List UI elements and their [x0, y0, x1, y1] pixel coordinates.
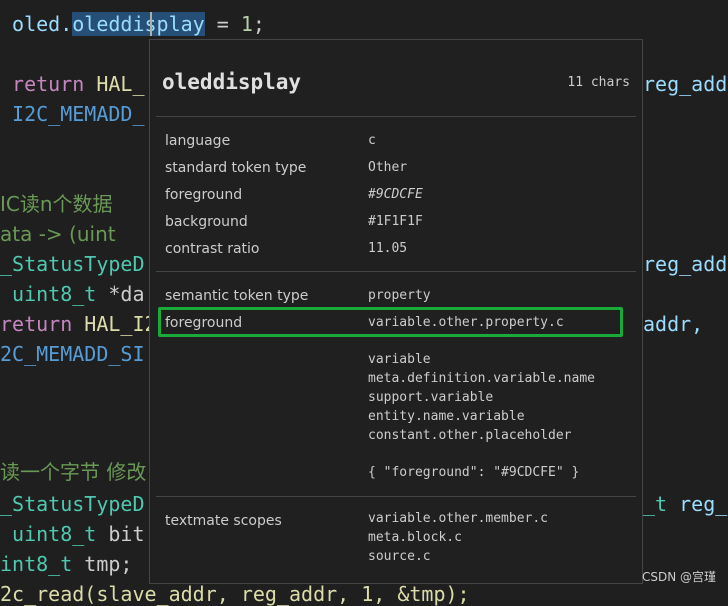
textmate-scope: meta.block.c: [368, 530, 462, 545]
row-foreground: foreground #9CDCFE: [150, 187, 642, 207]
code-token: ;: [252, 12, 265, 36]
code-token: _t: [643, 492, 668, 516]
separator: [156, 271, 636, 272]
token-inspector-hover: oleddisplay 11 chars language c standard…: [149, 39, 643, 584]
code-token: bit: [96, 522, 145, 546]
code-line[interactable]: _t reg_: [643, 492, 727, 516]
code-token: reg_addr: [643, 72, 728, 96]
code-token: int8_t: [0, 552, 73, 576]
code-token: _StatusTypeD: [0, 492, 145, 516]
code-line[interactable]: 2c_read(slave_addr, reg_addr, 1, &tmp);: [0, 582, 470, 606]
code-line[interactable]: ata -> (uint: [0, 222, 116, 246]
code-line[interactable]: uint8_t *da: [0, 282, 145, 306]
code-line[interactable]: uint8_t bit: [0, 522, 145, 546]
theme-rule: { "foreground": "#9CDCFE" }: [368, 465, 580, 480]
code-line[interactable]: 2C_MEMADD_SI: [0, 342, 145, 366]
code-token: 读一个字节 修改: [0, 460, 147, 484]
code-token: return: [0, 312, 73, 336]
row-value: Other: [368, 160, 408, 175]
code-line[interactable]: 读一个字节 修改: [0, 460, 146, 484]
code-line[interactable]: return HAL_: [0, 72, 145, 96]
row-value: #9CDCFE: [368, 187, 423, 202]
code-token: 2c_read(slave_addr, reg_addr, 1, &tmp);: [0, 582, 470, 606]
row-contrast-ratio: contrast ratio 11.05: [150, 241, 642, 261]
fallback-scope: support.variable: [368, 390, 494, 405]
code-token: _StatusTypeD: [0, 252, 145, 276]
row-value: property: [368, 288, 431, 303]
code-token: tmp;: [72, 552, 133, 576]
fallback-scope: variable: [368, 352, 431, 367]
code-token: IC读n个数据: [0, 192, 113, 216]
code-token: 1: [240, 12, 253, 36]
code-token: uint8_t: [0, 522, 97, 546]
separator: [156, 496, 636, 497]
code-line[interactable]: return HAL_I2: [0, 312, 157, 336]
code-line[interactable]: oled.oleddisplay = 1;: [0, 12, 265, 36]
row-value: #1F1F1F: [368, 214, 423, 229]
row-label: contrast ratio: [165, 241, 260, 257]
row-language: language c: [150, 133, 642, 153]
row-semantic-token-type: semantic token type property: [150, 288, 642, 308]
hover-char-count: 11 chars: [567, 75, 630, 90]
code-token: HAL_: [84, 72, 145, 96]
row-value: c: [368, 133, 376, 148]
code-token: reg_: [667, 492, 728, 516]
code-token: *da: [96, 282, 145, 306]
code-line[interactable]: I2C_MEMADD_: [0, 102, 145, 126]
code-line[interactable]: IC读n个数据: [0, 192, 113, 216]
code-line[interactable]: _StatusTypeD: [0, 252, 145, 276]
code-token: oled.: [0, 12, 73, 36]
separator: [156, 116, 636, 117]
code-line[interactable]: addr,: [643, 312, 703, 336]
code-line[interactable]: int8_t tmp;: [0, 552, 132, 576]
textmate-scope: variable.other.member.c: [368, 511, 549, 526]
code-token: 2C_MEMADD_SI: [0, 342, 145, 366]
row-label: textmate scopes: [165, 513, 282, 529]
code-token: return: [0, 72, 85, 96]
code-token: I2C_MEMADD_: [0, 102, 145, 126]
code-token: =: [204, 12, 241, 36]
code-token: reg_add: [643, 252, 728, 276]
hover-token-name: oleddisplay: [162, 70, 302, 94]
code-token: oleddisplay: [72, 12, 205, 36]
code-line[interactable]: _StatusTypeD: [0, 492, 145, 516]
code-token: HAL_I2: [72, 312, 157, 336]
highlight-box: [158, 307, 623, 337]
fallback-scope: entity.name.variable: [368, 409, 525, 424]
code-token: ata -> (uint: [0, 222, 116, 246]
code-line[interactable]: reg_add: [643, 252, 727, 276]
fallback-scope: constant.other.placeholder: [368, 428, 572, 443]
code-line[interactable]: reg_addr: [643, 72, 728, 96]
code-token: addr,: [643, 312, 704, 336]
row-background: background #1F1F1F: [150, 214, 642, 234]
textmate-scope: source.c: [368, 549, 431, 564]
row-label: background: [165, 214, 248, 230]
row-label: foreground: [165, 187, 243, 203]
row-value: 11.05: [368, 241, 408, 256]
code-token: uint8_t: [0, 282, 97, 306]
text-cursor: [150, 12, 152, 36]
row-standard-token-type: standard token type Other: [150, 160, 642, 180]
row-label: language: [165, 133, 231, 149]
watermark: CSDN @宫瑾: [641, 570, 716, 584]
row-label: semantic token type: [165, 288, 309, 304]
fallback-scope: meta.definition.variable.name: [368, 371, 595, 386]
row-label: standard token type: [165, 160, 307, 176]
